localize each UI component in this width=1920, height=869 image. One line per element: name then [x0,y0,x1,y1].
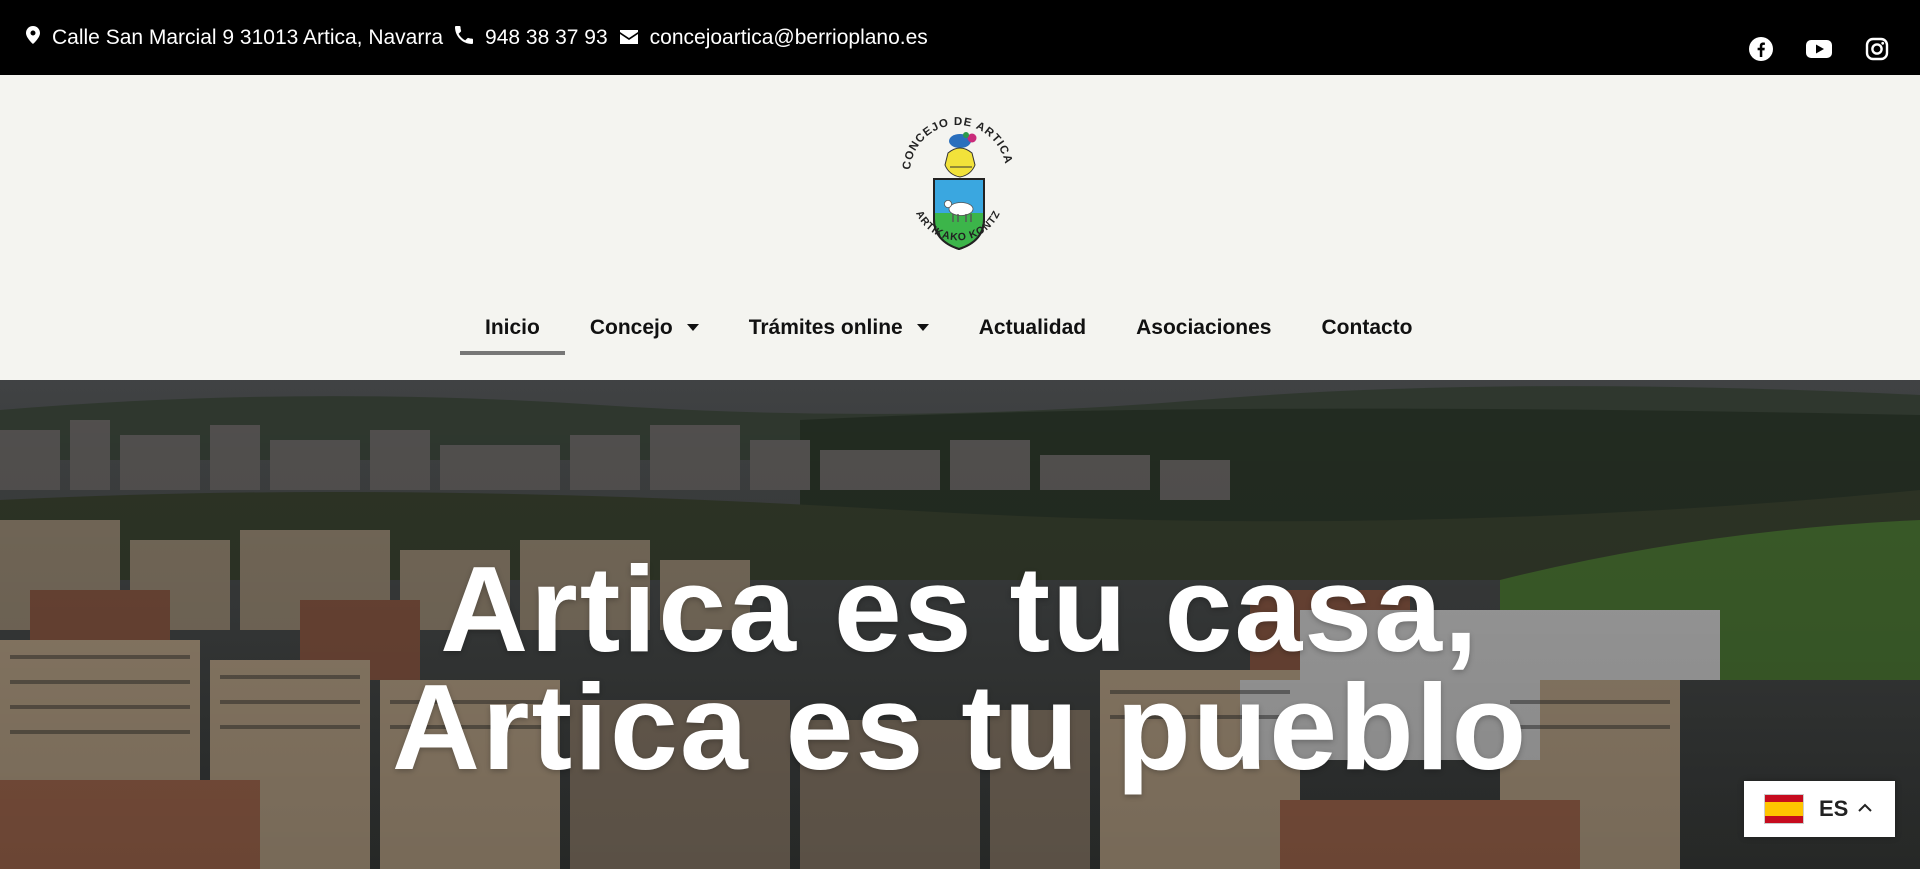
nav-item-label: Contacto [1321,315,1413,339]
language-switcher[interactable]: ES [1744,781,1895,837]
social-links [1748,36,1890,62]
address-item: Calle San Marcial 9 31013 Artica, Navarr… [26,26,443,50]
spain-flag-icon [1764,794,1804,824]
nav-item-contacto[interactable]: Contacto [1297,300,1438,355]
nav-item-label: Concejo [589,315,673,339]
nav-item-label: Asociaciones [1136,315,1272,339]
nav-item-label: Trámites online [748,315,903,339]
phone-icon [455,26,485,50]
hero-title-line-1: Artica es tu casa, [440,541,1480,677]
nav-item-actualidad[interactable]: Actualidad [954,300,1111,355]
site-header: CONCEJO DE ARTICA ARTIKAKO KONTZEJUA Ini… [0,75,1920,380]
phone-text[interactable]: 948 38 37 93 [485,26,608,50]
hero-title-line-2: Artica es tu pueblo [391,659,1529,795]
top-bar: Calle San Marcial 9 31013 Artica, Navarr… [0,0,1920,75]
contact-info: Calle San Marcial 9 31013 Artica, Navarr… [26,26,940,50]
map-pin-icon [26,26,52,50]
chevron-up-icon [1858,800,1873,818]
facebook-icon[interactable] [1748,36,1774,62]
envelope-icon [619,26,650,50]
nav-item-tramites-online[interactable]: Trámites online [724,300,954,355]
caret-down-icon [916,324,929,331]
youtube-icon[interactable] [1806,36,1832,62]
nav-item-asociaciones[interactable]: Asociaciones [1111,300,1296,355]
concejo-logo[interactable]: CONCEJO DE ARTICA ARTIKAKO KONTZEJUA [884,86,1028,275]
nav-item-inicio[interactable]: Inicio [460,300,565,355]
hero-banner: Artica es tu casa, Artica es tu pueblo [0,380,1920,869]
hero-title: Artica es tu casa, Artica es tu pueblo [0,548,1920,788]
phone-item[interactable]: 948 38 37 93 [455,26,608,50]
email-text[interactable]: concejoartica@berrioplano.es [650,26,928,50]
language-code: ES [1819,796,1849,821]
instagram-icon[interactable] [1864,36,1890,62]
address-text: Calle San Marcial 9 31013 Artica, Navarr… [52,26,444,49]
main-nav: Inicio Concejo Trámites online Actualida… [460,300,1438,355]
nav-item-label: Actualidad [978,315,1087,339]
nav-item-concejo[interactable]: Concejo [565,300,724,355]
caret-down-icon [686,324,699,331]
nav-item-label: Inicio [485,315,540,339]
email-item[interactable]: concejoartica@berrioplano.es [619,26,928,50]
